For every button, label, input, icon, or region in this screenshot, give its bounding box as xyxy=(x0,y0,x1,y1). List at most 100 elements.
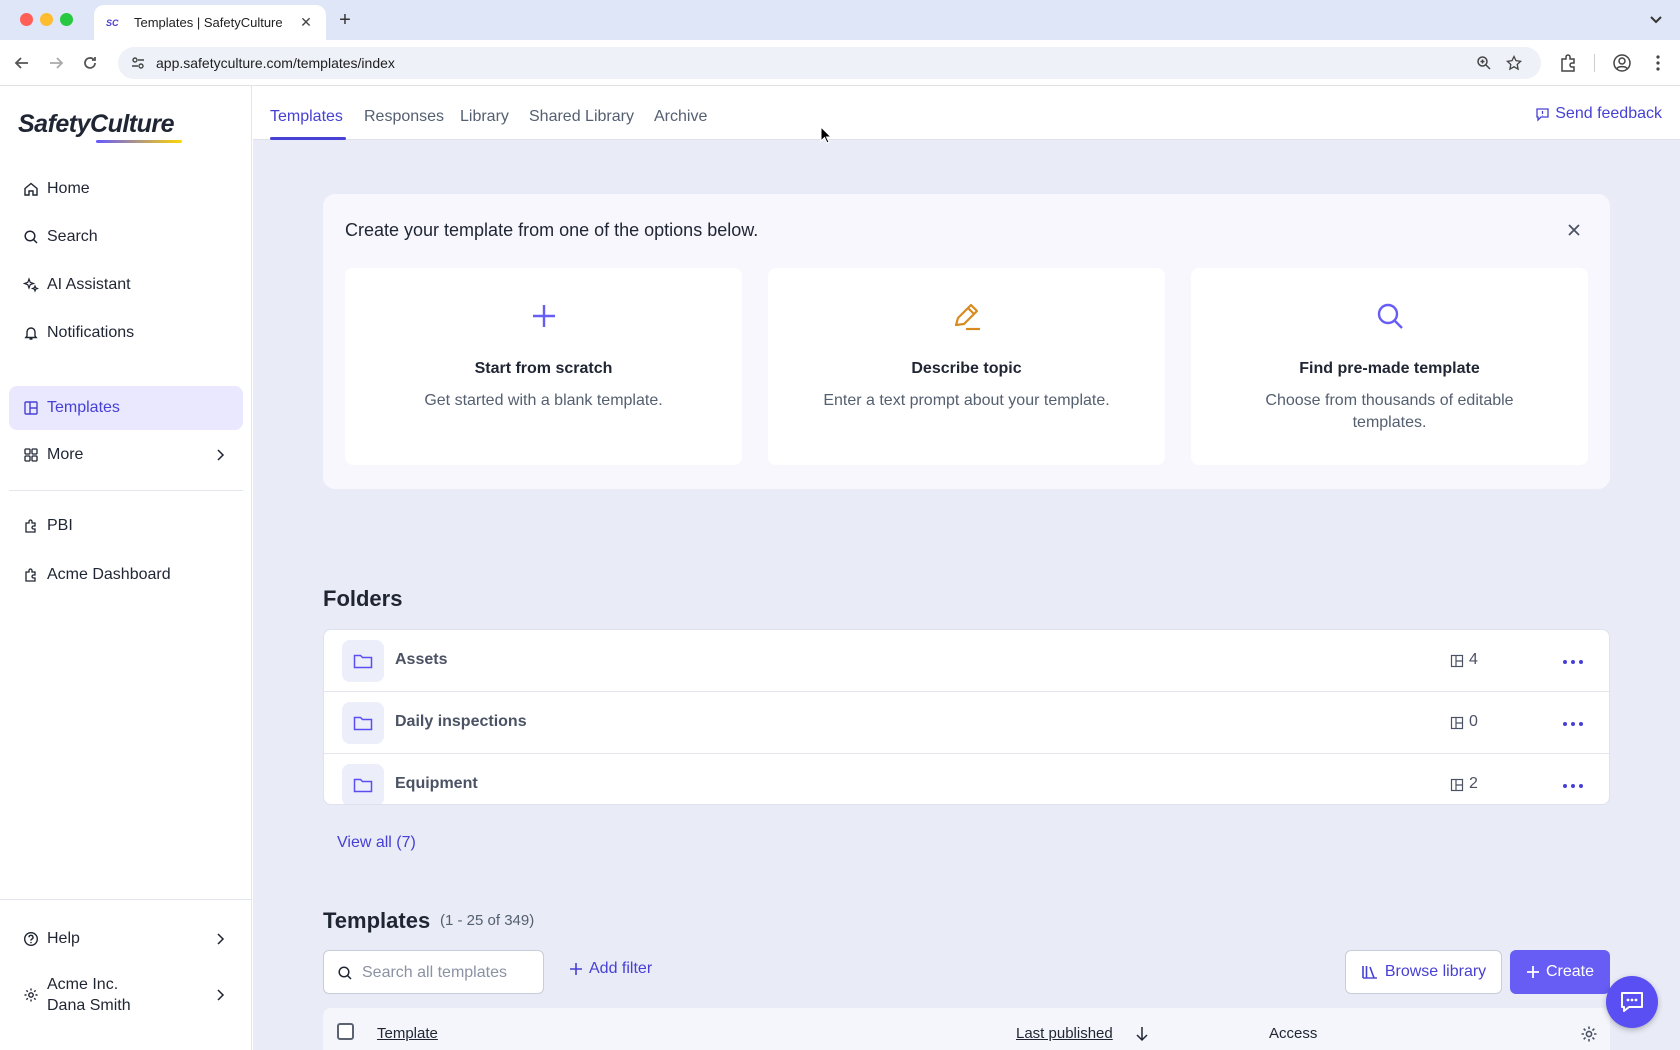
sidebar-item-pbi[interactable]: PBI xyxy=(9,505,243,547)
chat-support-button[interactable] xyxy=(1606,976,1658,1028)
sidebar-item-label: Acme Dashboard xyxy=(47,566,171,583)
home-icon xyxy=(24,182,38,196)
templates-count: (1 - 25 of 349) xyxy=(440,912,535,929)
puzzle-icon xyxy=(25,568,36,582)
template-search-box[interactable] xyxy=(323,950,544,994)
folder-icon xyxy=(342,640,384,682)
tab-responses[interactable]: Responses xyxy=(364,108,444,126)
folder-row[interactable]: Daily inspections 0 xyxy=(324,692,1609,754)
search-icon xyxy=(338,966,352,980)
create-label: Create xyxy=(1545,963,1595,980)
browser-tab-strip: SC Templates | SafetyCulture ✕ + xyxy=(0,0,1680,40)
reload-icon[interactable] xyxy=(80,53,100,73)
folder-row[interactable]: Assets 4 xyxy=(324,630,1609,692)
library-books-icon xyxy=(1362,966,1377,979)
extensions-puzzle-icon[interactable] xyxy=(1558,53,1578,73)
gear-icon xyxy=(24,988,38,1002)
option-description: Enter a text prompt about your template. xyxy=(823,392,1110,409)
sidebar-item-home[interactable]: Home xyxy=(9,168,243,210)
sidebar-item-help[interactable]: Help xyxy=(9,918,243,960)
browser-menu-kebab-icon[interactable] xyxy=(1648,53,1668,73)
browse-library-button[interactable]: Browse library xyxy=(1345,950,1502,994)
sort-descending-icon[interactable] xyxy=(1135,1026,1149,1042)
column-header-access: Access xyxy=(1269,1025,1318,1042)
create-panel-title: Create your template from one of the opt… xyxy=(345,220,759,240)
sidebar-bottom-divider xyxy=(0,899,252,900)
plus-icon xyxy=(532,305,555,327)
tab-shared-library[interactable]: Shared Library xyxy=(529,108,634,126)
tab-templates[interactable]: Templates xyxy=(270,108,343,126)
search-icon xyxy=(24,230,38,244)
more-options-icon[interactable] xyxy=(1562,659,1584,665)
puzzle-icon xyxy=(25,519,36,533)
tab-search-chevron-icon[interactable] xyxy=(1646,9,1666,29)
tab-archive[interactable]: Archive xyxy=(654,108,707,126)
safetyculture-logo[interactable]: SafetyCulture xyxy=(18,110,175,139)
grid-icon xyxy=(24,448,38,462)
create-template-button[interactable]: Create xyxy=(1510,950,1610,994)
add-filter-button[interactable]: Add filter xyxy=(569,960,652,978)
sidebar-item-templates[interactable]: Templates xyxy=(9,386,243,430)
more-options-icon[interactable] xyxy=(1562,721,1584,727)
plus-icon xyxy=(1526,966,1539,978)
send-feedback-button[interactable]: Send feedback xyxy=(1535,105,1662,123)
folder-name: Assets xyxy=(395,651,448,668)
forward-arrow-icon[interactable] xyxy=(46,53,66,73)
close-icon[interactable] xyxy=(1566,222,1582,238)
folder-icon xyxy=(342,702,384,744)
sidebar-item-label: Search xyxy=(47,228,98,245)
sidebar: SafetyCulture Home Search AI Assistant N… xyxy=(0,86,252,1050)
select-all-checkbox[interactable] xyxy=(337,1023,354,1040)
start-from-scratch-card[interactable]: Start from scratch Get started with a bl… xyxy=(345,268,742,465)
folders-heading: Folders xyxy=(323,586,403,611)
column-header-last-published[interactable]: Last published xyxy=(1016,1025,1113,1042)
sidebar-item-search[interactable]: Search xyxy=(9,216,243,258)
new-tab-icon[interactable]: + xyxy=(334,9,356,31)
folder-name: Daily inspections xyxy=(395,713,527,730)
more-options-icon[interactable] xyxy=(1562,783,1584,789)
search-input[interactable] xyxy=(362,962,532,984)
window-minimize-button[interactable] xyxy=(40,13,53,26)
window-close-button[interactable] xyxy=(20,13,33,26)
create-template-panel: Create your template from one of the opt… xyxy=(323,194,1610,489)
sidebar-item-label: Notifications xyxy=(47,324,135,341)
feedback-icon xyxy=(1536,107,1549,122)
sidebar-org-switcher[interactable]: Acme Inc. Dana Smith xyxy=(9,972,243,1018)
sidebar-item-notifications[interactable]: Notifications xyxy=(9,312,243,354)
sidebar-item-ai-assistant[interactable]: AI Assistant xyxy=(9,264,243,306)
sidebar-item-more[interactable]: More xyxy=(9,434,243,476)
chevron-right-icon xyxy=(217,933,225,945)
sidebar-divider xyxy=(9,490,243,491)
back-arrow-icon[interactable] xyxy=(12,53,32,73)
view-all-folders-link[interactable]: View all (7) xyxy=(337,834,416,852)
profile-avatar-icon[interactable] xyxy=(1612,53,1632,73)
folder-template-count: 4 xyxy=(1469,651,1478,668)
safetyculture-favicon-icon: SC xyxy=(106,17,119,28)
folder-name: Equipment xyxy=(395,775,478,792)
sidebar-item-label: More xyxy=(47,446,84,463)
bookmark-star-icon[interactable] xyxy=(1506,55,1522,71)
mouse-cursor-icon xyxy=(820,126,832,144)
folder-row[interactable]: Equipment 2 xyxy=(324,754,1609,804)
describe-topic-card[interactable]: Describe topic Enter a text prompt about… xyxy=(768,268,1165,465)
site-settings-icon[interactable] xyxy=(130,55,146,71)
column-header-template[interactable]: Template xyxy=(377,1025,438,1042)
sidebar-item-acme-dashboard[interactable]: Acme Dashboard xyxy=(9,554,243,596)
logo-swoosh xyxy=(96,140,182,143)
url-omnibox[interactable]: app.safetyculture.com/templates/index xyxy=(118,47,1541,79)
tab-library[interactable]: Library xyxy=(460,108,509,126)
send-feedback-label: Send feedback xyxy=(1555,105,1662,122)
tab-close-icon[interactable]: ✕ xyxy=(298,14,314,31)
top-navigation: Templates Responses Library Shared Libra… xyxy=(253,86,1680,140)
chevron-right-icon xyxy=(217,449,225,461)
plus-icon xyxy=(570,963,582,975)
option-title: Describe topic xyxy=(911,360,1022,377)
chat-bubble-icon xyxy=(1621,992,1643,1012)
gear-icon[interactable] xyxy=(1580,1025,1598,1043)
zoom-icon[interactable] xyxy=(1476,55,1492,71)
template-icon xyxy=(1450,654,1464,668)
help-icon xyxy=(23,931,39,947)
browser-tab[interactable]: SC Templates | SafetyCulture ✕ xyxy=(94,5,326,40)
find-premade-template-card[interactable]: Find pre-made template Choose from thous… xyxy=(1191,268,1588,465)
window-maximize-button[interactable] xyxy=(60,13,73,26)
